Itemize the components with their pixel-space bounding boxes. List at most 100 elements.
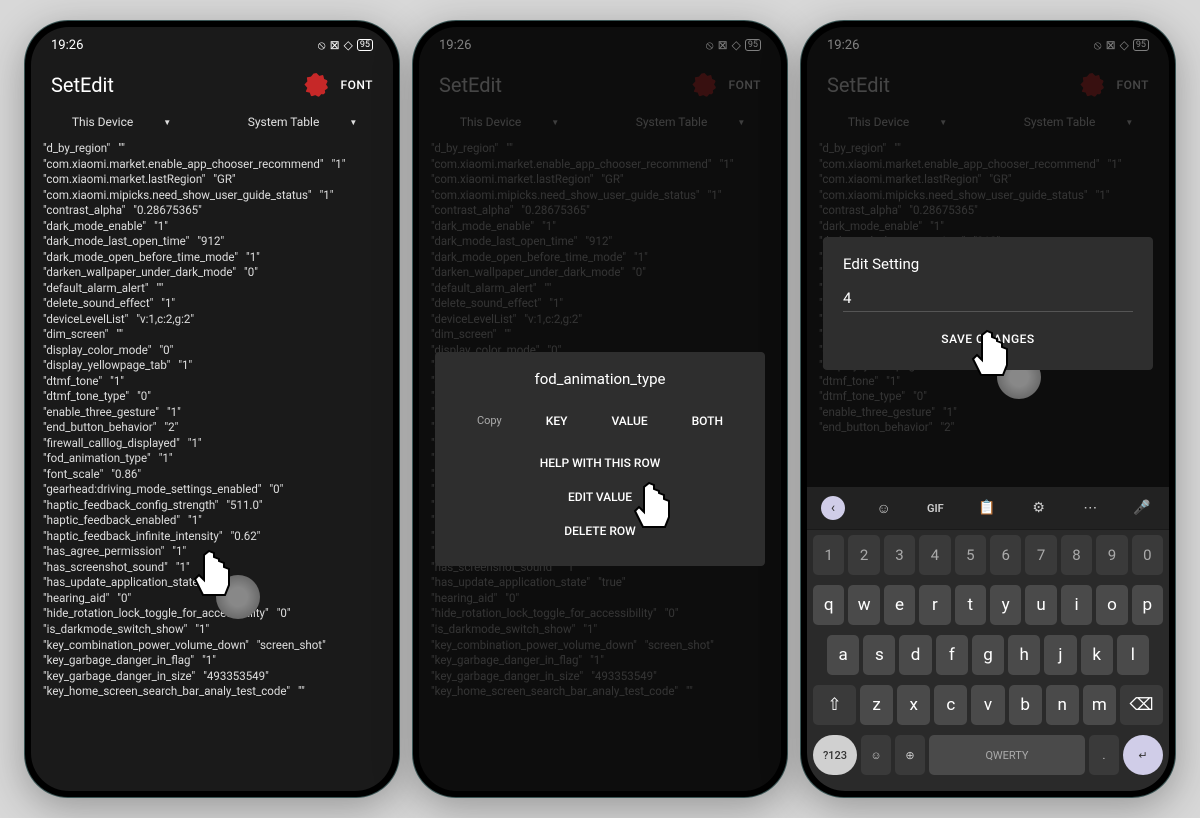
setting-row[interactable]: "key_garbage_danger_in_size""493353549" — [431, 669, 769, 685]
alert-badge-icon[interactable] — [692, 73, 716, 97]
kb-key-m[interactable]: m — [1083, 685, 1116, 725]
kb-key-8[interactable]: 8 — [1061, 535, 1092, 575]
help-row-button[interactable]: HELP WITH THIS ROW — [435, 446, 765, 480]
settings-list[interactable]: "d_by_region""""com.xiaomi.market.enable… — [31, 141, 393, 700]
kb-key-f[interactable]: f — [936, 635, 968, 675]
kb-key-u[interactable]: u — [1025, 585, 1056, 625]
setting-row[interactable]: "delete_sound_effect""1" — [431, 296, 769, 312]
setting-row[interactable]: "dark_mode_open_before_time_mode""1" — [43, 250, 381, 266]
setting-row[interactable]: "d_by_region""" — [431, 141, 769, 157]
setting-row[interactable]: "has_update_application_state""true" — [431, 575, 769, 591]
kb-globe-key[interactable]: ⊕ — [895, 735, 925, 775]
setting-row[interactable]: "hide_rotation_lock_toggle_for_accessibi… — [43, 606, 381, 622]
setting-row[interactable]: "firewall_calllog_displayed""1" — [43, 436, 381, 452]
table-filter[interactable]: System Table — [620, 115, 761, 129]
setting-row[interactable]: "key_home_screen_search_bar_analy_test_c… — [43, 684, 381, 700]
setting-row[interactable]: "com.xiaomi.mipicks.need_show_user_guide… — [431, 188, 769, 204]
setting-row[interactable]: "end_button_behavior""2" — [819, 420, 1157, 436]
font-button[interactable]: FONT — [1116, 78, 1149, 92]
setting-row[interactable]: "has_screenshot_sound""1" — [43, 560, 381, 576]
copy-value-button[interactable]: VALUE — [611, 414, 647, 428]
edit-value-button[interactable]: EDIT VALUE — [435, 480, 765, 514]
setting-row[interactable]: "com.xiaomi.market.lastRegion""GR" — [431, 172, 769, 188]
alert-badge-icon[interactable] — [1080, 73, 1104, 97]
setting-row[interactable]: "default_alarm_alert""" — [43, 281, 381, 297]
kb-key-e[interactable]: e — [884, 585, 915, 625]
kb-key-7[interactable]: 7 — [1025, 535, 1056, 575]
setting-row[interactable]: "key_combination_power_volume_down""scre… — [43, 638, 381, 654]
setting-row[interactable]: "has_agree_permission""1" — [43, 544, 381, 560]
kb-enter-key[interactable]: ↵ — [1123, 735, 1163, 775]
setting-row[interactable]: "key_garbage_danger_in_size""493353549" — [43, 669, 381, 685]
kb-key-r[interactable]: r — [919, 585, 950, 625]
setting-row[interactable]: "has_update_application_state""true" — [43, 575, 381, 591]
setting-row[interactable]: "key_home_screen_search_bar_analy_test_c… — [431, 684, 769, 700]
setting-row[interactable]: "dark_mode_open_before_time_mode""1" — [431, 250, 769, 266]
kb-key-5[interactable]: 5 — [955, 535, 986, 575]
setting-row[interactable]: "darken_wallpaper_under_dark_mode""0" — [431, 265, 769, 281]
setting-row[interactable]: "haptic_feedback_infinite_intensity""0.6… — [43, 529, 381, 545]
setting-row[interactable]: "contrast_alpha""0.28675365" — [819, 203, 1157, 219]
kb-key-4[interactable]: 4 — [919, 535, 950, 575]
kb-key-z[interactable]: z — [860, 685, 893, 725]
setting-row[interactable]: "delete_sound_effect""1" — [43, 296, 381, 312]
setting-row[interactable]: "dtmf_tone""1" — [819, 374, 1157, 390]
setting-row[interactable]: "com.xiaomi.market.lastRegion""GR" — [43, 172, 381, 188]
setting-row[interactable]: "display_color_mode""0" — [43, 343, 381, 359]
kb-space-key[interactable]: QWERTY — [929, 735, 1085, 775]
kb-key-s[interactable]: s — [863, 635, 895, 675]
kb-key-2[interactable]: 2 — [848, 535, 879, 575]
table-filter[interactable]: System Table — [1008, 115, 1149, 129]
setting-row[interactable]: "com.xiaomi.market.lastRegion""GR" — [819, 172, 1157, 188]
setting-row[interactable]: "dark_mode_last_open_time""912" — [43, 234, 381, 250]
setting-row[interactable]: "contrast_alpha""0.28675365" — [43, 203, 381, 219]
kb-key-a[interactable]: a — [827, 635, 859, 675]
kb-key-y[interactable]: y — [990, 585, 1021, 625]
kb-key-3[interactable]: 3 — [884, 535, 915, 575]
kb-key-w[interactable]: w — [848, 585, 879, 625]
kb-key-p[interactable]: p — [1132, 585, 1163, 625]
setting-row[interactable]: "com.xiaomi.mipicks.need_show_user_guide… — [43, 188, 381, 204]
kb-key-i[interactable]: i — [1061, 585, 1092, 625]
kb-more-icon[interactable]: ⋯ — [1077, 495, 1103, 521]
kb-settings-icon[interactable]: ⚙ — [1026, 495, 1052, 521]
kb-key-b[interactable]: b — [1009, 685, 1042, 725]
setting-row[interactable]: "font_scale""0.86" — [43, 467, 381, 483]
kb-key-d[interactable]: d — [899, 635, 931, 675]
setting-row[interactable]: "dark_mode_enable""1" — [431, 219, 769, 235]
setting-row[interactable]: "deviceLevelList""v:1,c:2,g:2" — [43, 312, 381, 328]
kb-key-l[interactable]: l — [1117, 635, 1149, 675]
setting-row[interactable]: "gearhead:driving_mode_settings_enabled"… — [43, 482, 381, 498]
copy-key-button[interactable]: KEY — [546, 414, 568, 428]
kb-mode-key[interactable]: ?123 — [813, 735, 857, 775]
save-changes-button[interactable]: SAVE CHANGES — [843, 312, 1133, 352]
kb-sticker-icon[interactable]: ☺ — [871, 495, 897, 521]
kb-key-x[interactable]: x — [897, 685, 930, 725]
setting-row[interactable]: "is_darkmode_switch_show""1" — [43, 622, 381, 638]
setting-row[interactable]: "hearing_aid""0" — [431, 591, 769, 607]
kb-key-0[interactable]: 0 — [1132, 535, 1163, 575]
table-filter[interactable]: System Table — [232, 115, 373, 129]
kb-back-icon[interactable]: ‹ — [821, 496, 845, 520]
setting-row[interactable]: "hide_rotation_lock_toggle_for_accessibi… — [431, 606, 769, 622]
kb-key-n[interactable]: n — [1046, 685, 1079, 725]
device-filter[interactable]: This Device — [439, 115, 580, 129]
kb-key-o[interactable]: o — [1096, 585, 1127, 625]
font-button[interactable]: FONT — [728, 78, 761, 92]
setting-row[interactable]: "default_alarm_alert""" — [431, 281, 769, 297]
kb-key-h[interactable]: h — [1008, 635, 1040, 675]
copy-both-button[interactable]: BOTH — [692, 414, 723, 428]
setting-row[interactable]: "dim_screen""" — [43, 327, 381, 343]
kb-key-j[interactable]: j — [1044, 635, 1076, 675]
setting-row[interactable]: "end_button_behavior""2" — [43, 420, 381, 436]
setting-row[interactable]: "display_yellowpage_tab""1" — [43, 358, 381, 374]
setting-row[interactable]: "com.xiaomi.mipicks.need_show_user_guide… — [819, 188, 1157, 204]
kb-clipboard-icon[interactable]: 📋 — [974, 495, 1000, 521]
delete-row-button[interactable]: DELETE ROW — [435, 514, 765, 548]
setting-row[interactable]: "enable_three_gesture""1" — [819, 405, 1157, 421]
kb-key-v[interactable]: v — [971, 685, 1004, 725]
kb-shift-key[interactable]: ⇧ — [813, 685, 856, 725]
kb-key-6[interactable]: 6 — [990, 535, 1021, 575]
setting-row[interactable]: "enable_three_gesture""1" — [43, 405, 381, 421]
setting-row[interactable]: "dark_mode_enable""1" — [43, 219, 381, 235]
